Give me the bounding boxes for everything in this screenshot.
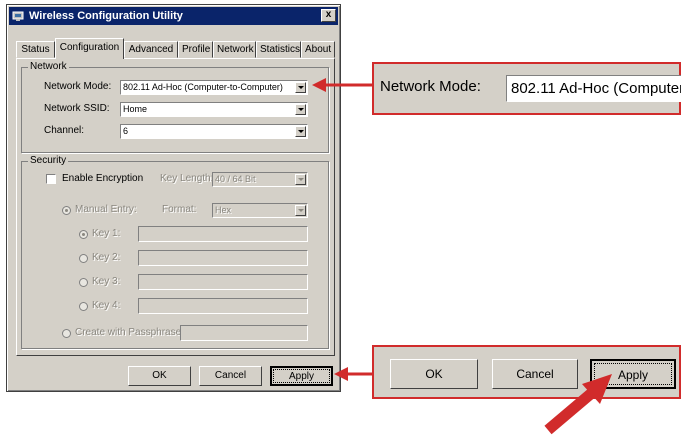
arrows-overlay	[312, 78, 612, 435]
tab-label: Configuration	[59, 42, 120, 53]
tab-configuration[interactable]: Configuration	[55, 38, 124, 59]
callout-arrow-icon	[312, 78, 372, 92]
callout-arrow-icon	[334, 367, 372, 381]
pointer-arrow-icon	[544, 374, 612, 435]
